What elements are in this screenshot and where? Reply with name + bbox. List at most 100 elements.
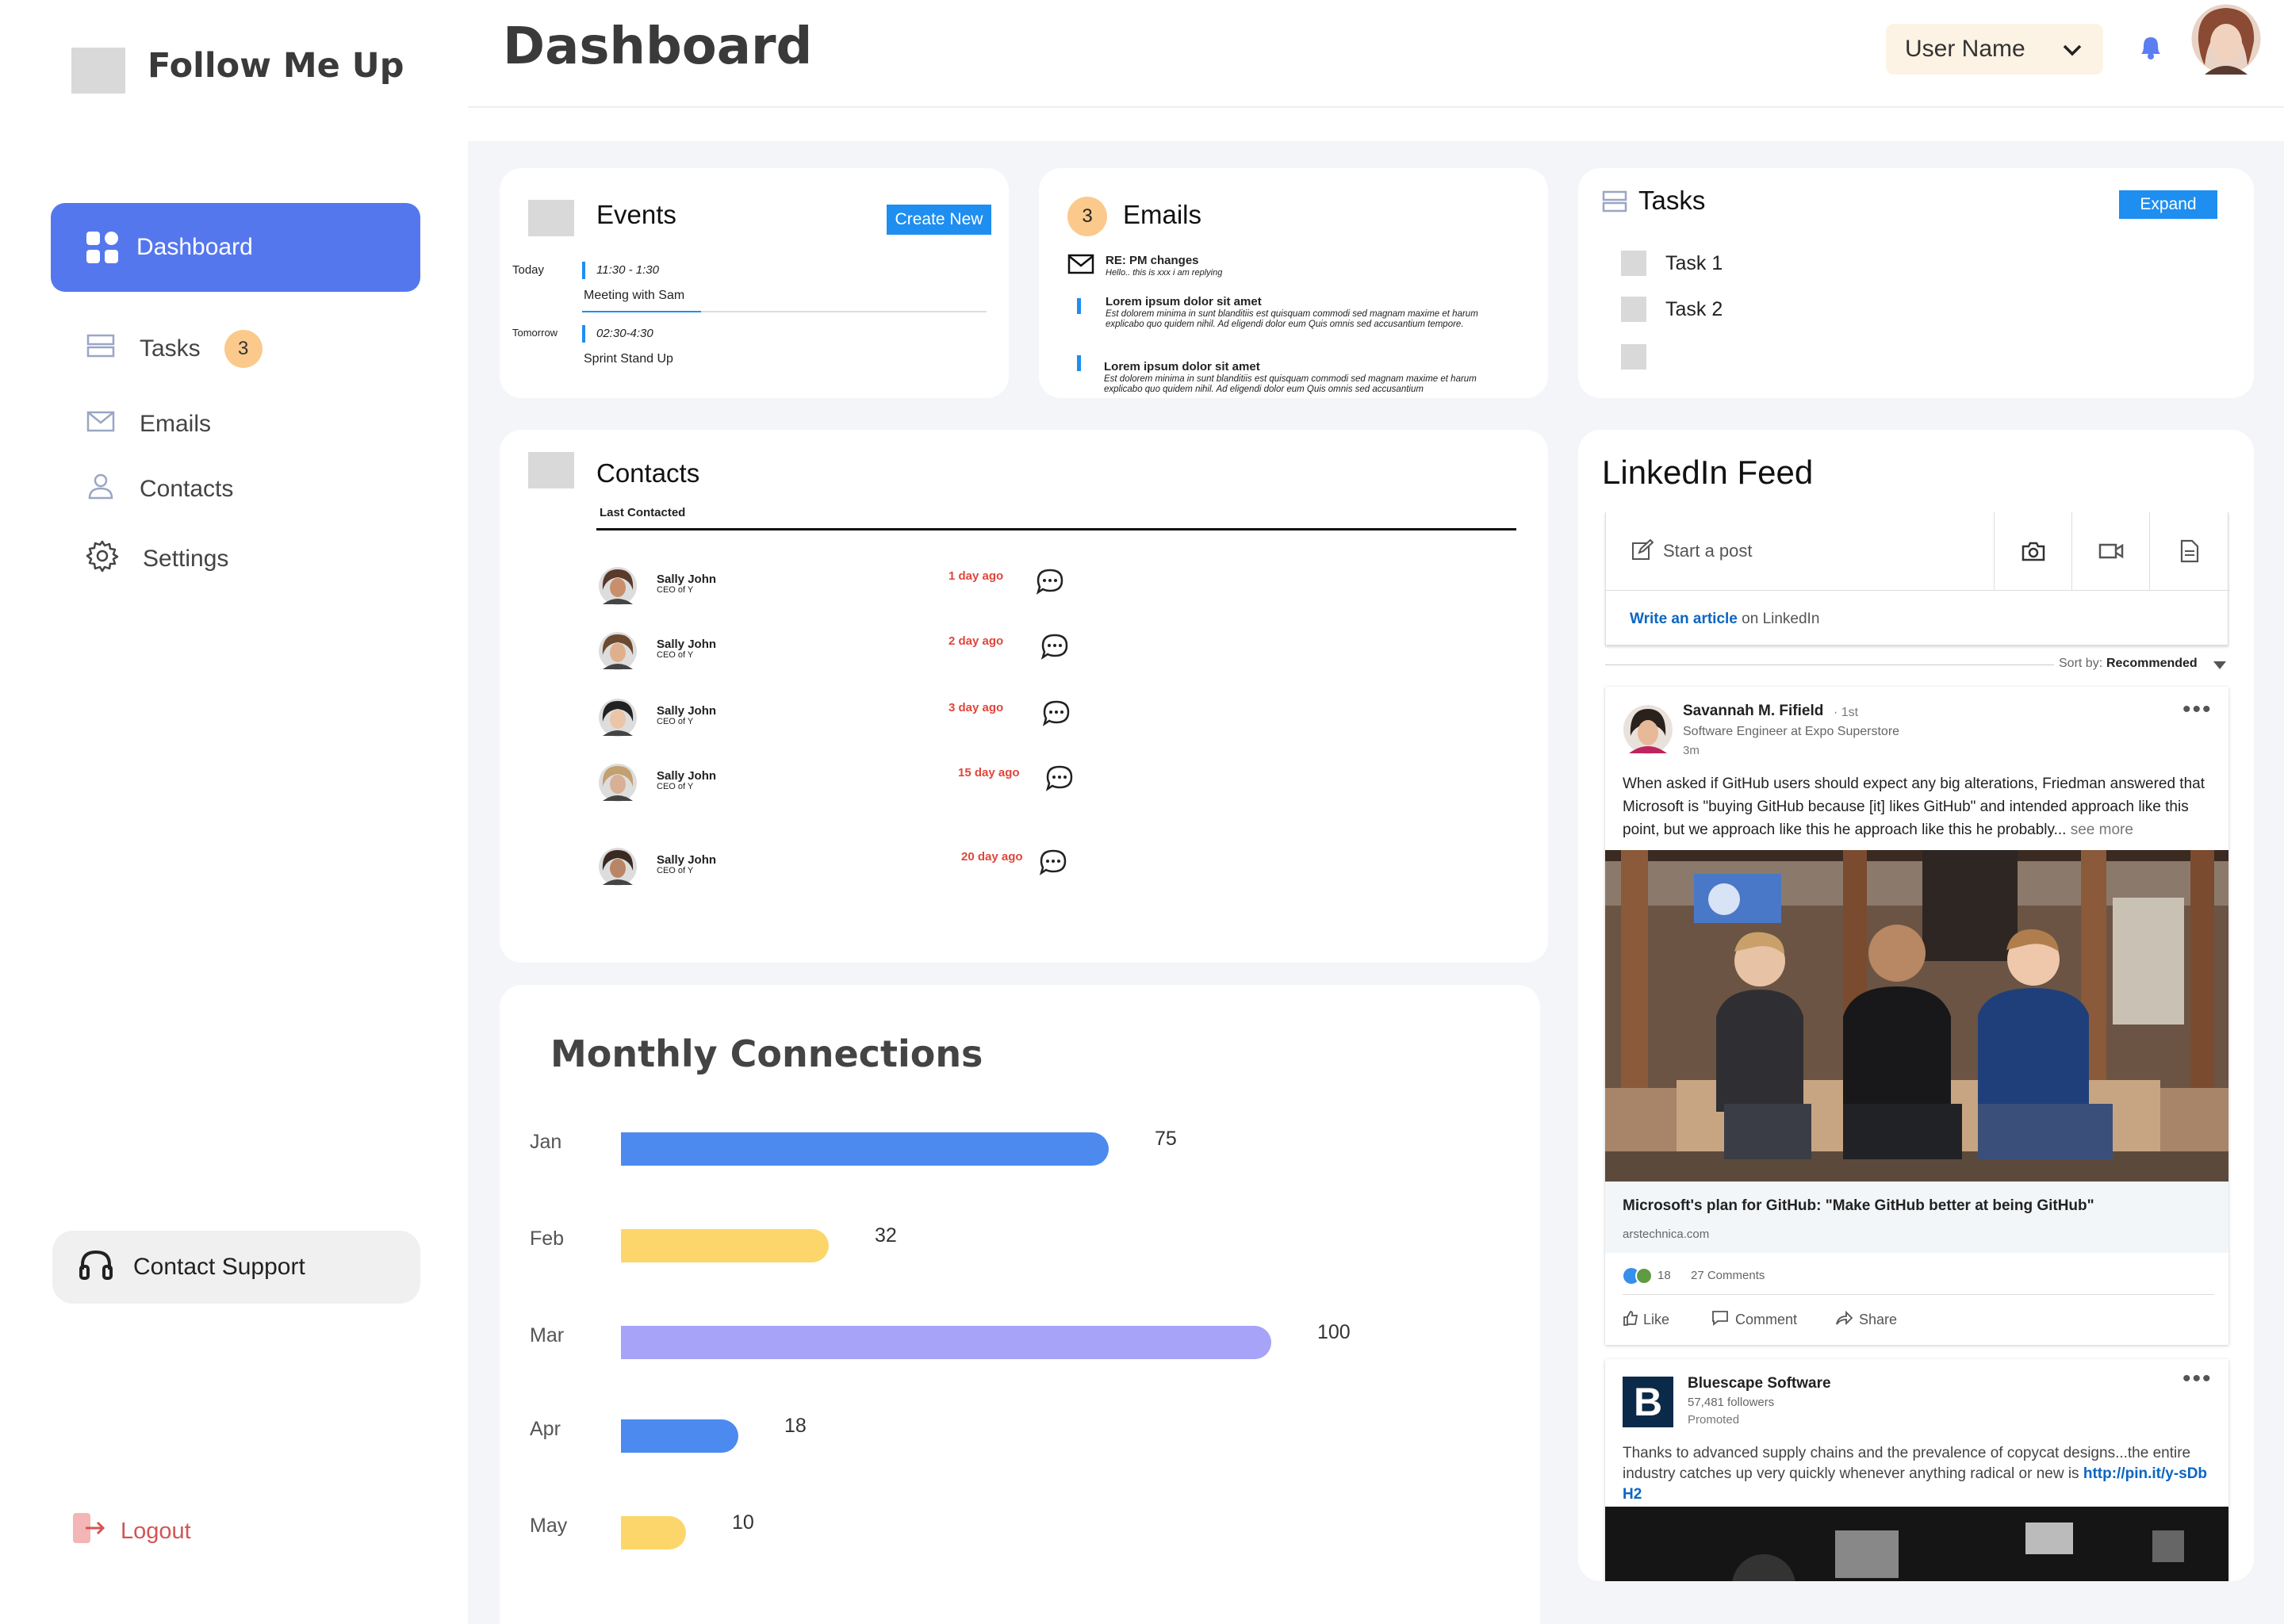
avatar[interactable] (598, 763, 638, 806)
sidebar-item-contacts[interactable]: Contacts (86, 471, 233, 508)
chart-card: Monthly Connections Jan 75 Feb 32 Mar 100 Apr 1… (500, 985, 1540, 1624)
share-button[interactable]: Share (1835, 1310, 1897, 1330)
user-dropdown[interactable]: User Name (1886, 24, 2103, 75)
avatar[interactable] (598, 847, 638, 891)
sort-dropdown[interactable]: Recommended (2106, 657, 2198, 671)
article-title[interactable]: Microsoft's plan for GitHub: "Make GitHu… (1623, 1197, 2094, 1215)
avatar[interactable] (2189, 2, 2263, 80)
connection-degree: · 1st (1834, 706, 1859, 719)
more-options-icon[interactable]: ••• (2182, 696, 2213, 723)
tasks-icon (1602, 189, 1627, 218)
contact-row[interactable]: Sally John CEO of Y 15 day ago (500, 758, 1548, 806)
post-text: Thanks to advanced supply chains and the… (1623, 1443, 2209, 1505)
video-icon[interactable] (2072, 512, 2150, 590)
bar-value-label: 10 (732, 1511, 754, 1534)
more-options-icon[interactable]: ••• (2182, 1365, 2213, 1392)
bar[interactable] (621, 1419, 738, 1453)
grid-icon (86, 231, 119, 264)
logout-button[interactable]: Logout (71, 1511, 191, 1551)
envelope-icon (1067, 254, 1094, 278)
chevron-down-icon (2062, 36, 2083, 63)
bar-value-label: 18 (784, 1415, 807, 1437)
contacts-icon-placeholder (528, 452, 574, 488)
contact-row[interactable]: Sally John CEO of Y 3 day ago (500, 693, 1548, 741)
comment-count[interactable]: 27 Comments (1691, 1269, 1765, 1282)
bar[interactable] (621, 1229, 829, 1262)
write-article-link[interactable]: Write an article (1630, 611, 1738, 627)
sidebar-item-label: Settings (143, 546, 229, 572)
reaction-count[interactable]: 18 (1657, 1269, 1671, 1282)
chat-bubble-icon[interactable] (1039, 848, 1067, 879)
email-subject[interactable]: Lorem ipsum dolor sit amet (1106, 295, 1262, 308)
article-source: arstechnica.com (1623, 1228, 1710, 1241)
create-new-button[interactable]: Create New (887, 205, 991, 235)
chat-bubble-icon[interactable] (1040, 633, 1069, 664)
contact-name[interactable]: Sally John (657, 638, 716, 651)
email-preview: Hello.. this is xxx i am replying (1106, 268, 1223, 278)
company-name[interactable]: Bluescape Software (1688, 1375, 1831, 1392)
sidebar-item-dashboard[interactable]: Dashboard (51, 203, 420, 292)
bar-category-label: May (530, 1515, 568, 1537)
bar-category-label: Mar (530, 1324, 565, 1346)
bell-icon[interactable] (2136, 32, 2165, 66)
event-name[interactable]: Sprint Stand Up (584, 352, 673, 366)
contact-name[interactable]: Sally John (657, 769, 716, 783)
post-time: 3m (1683, 744, 1700, 757)
company-logo[interactable]: B (1623, 1377, 1673, 1427)
comment-button[interactable]: Comment (1711, 1310, 1797, 1330)
avatar[interactable] (598, 566, 638, 610)
sidebar-item-tasks[interactable]: Tasks 3 (86, 330, 263, 368)
contact-name[interactable]: Sally John (657, 704, 716, 718)
email-subject[interactable]: RE: PM changes (1106, 254, 1199, 267)
sort-label: Sort by: (2054, 657, 2103, 671)
events-title: Events (596, 200, 676, 229)
last-contacted: 2 day ago (948, 634, 1004, 648)
contact-role: CEO of Y (657, 782, 694, 791)
sidebar-item-label: Tasks (140, 335, 201, 362)
document-icon[interactable] (2150, 512, 2229, 590)
bar[interactable] (621, 1132, 1109, 1166)
article-preview[interactable] (1605, 1182, 2228, 1253)
post-image[interactable] (1605, 850, 2228, 1182)
sidebar-item-settings[interactable]: Settings (86, 539, 228, 579)
chat-bubble-icon[interactable] (1045, 764, 1074, 795)
bar[interactable] (621, 1516, 686, 1549)
bar[interactable] (621, 1326, 1271, 1359)
post-image[interactable] (1605, 1507, 2228, 1581)
tasks-icon (86, 331, 116, 367)
sidebar-item-label: Contacts (140, 476, 234, 502)
mail-icon (86, 406, 116, 442)
chat-bubble-icon[interactable] (1036, 568, 1064, 599)
expand-button[interactable]: Expand (2119, 190, 2217, 219)
sidebar-item-emails[interactable]: Emails (86, 406, 211, 442)
avatar[interactable] (1623, 704, 1673, 759)
user-icon (86, 471, 116, 508)
caret-down-icon[interactable] (2213, 660, 2227, 674)
task-checkbox[interactable] (1621, 297, 1646, 322)
post-author[interactable]: Savannah M. Fifield (1683, 703, 1823, 720)
bar-value-label: 32 (875, 1224, 897, 1247)
task-checkbox[interactable] (1621, 251, 1646, 276)
chat-bubble-icon[interactable] (1042, 699, 1071, 730)
promoted-label: Promoted (1688, 1413, 1740, 1427)
task-checkbox[interactable] (1621, 344, 1646, 370)
contacts-divider (596, 528, 1516, 530)
camera-icon[interactable] (1995, 512, 2072, 590)
feed-post: B Bluescape Software 57,481 followers Pr… (1605, 1359, 2228, 1581)
event-time: 02:30-4:30 (596, 327, 653, 340)
like-button[interactable]: Like (1623, 1310, 1669, 1330)
contact-support-button[interactable]: Contact Support (52, 1231, 420, 1304)
avatar[interactable] (598, 631, 638, 675)
see-more-link[interactable]: see more (2071, 822, 2133, 838)
email-preview: Est dolorem minima in sunt blanditiis es… (1106, 309, 1478, 329)
contact-row[interactable]: Sally John CEO of Y 2 day ago (500, 626, 1548, 674)
event-name[interactable]: Meeting with Sam (584, 289, 684, 303)
contact-name[interactable]: Sally John (657, 853, 716, 867)
avatar[interactable] (598, 698, 638, 741)
contact-row[interactable]: Sally John CEO of Y 1 day ago (500, 561, 1548, 609)
contact-name[interactable]: Sally John (657, 573, 716, 586)
tasks-count-badge: 3 (224, 330, 263, 368)
email-subject[interactable]: Lorem ipsum dolor sit amet (1104, 360, 1260, 373)
contact-row[interactable]: Sally John CEO of Y 20 day ago (500, 842, 1548, 890)
start-post-button[interactable]: Start a post (1606, 512, 1995, 590)
